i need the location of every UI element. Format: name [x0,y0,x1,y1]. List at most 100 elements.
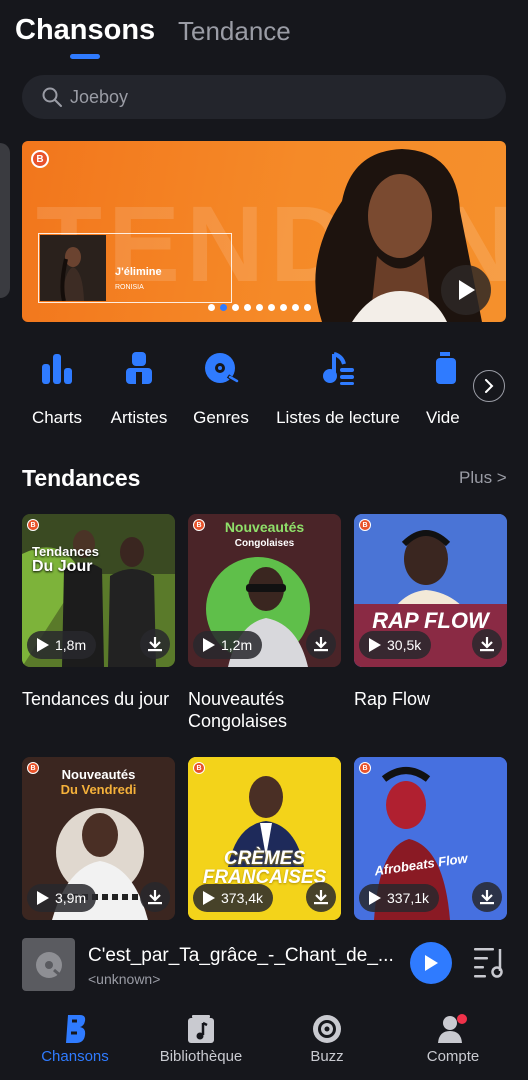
categories-next-button[interactable] [473,370,505,402]
charts-icon [42,354,72,384]
playlist-card[interactable]: B CRÈMES FRANCAISES 373,4k [188,757,341,920]
play-icon [203,638,215,652]
playlist-card[interactable]: B Tendances Du Jour 1,8m [22,514,175,667]
carousel-dots [208,304,311,311]
play-count: 1,2m [221,637,253,653]
category-artists[interactable]: Artistes [102,350,176,427]
search-bar[interactable] [22,75,506,119]
play-icon [37,638,49,652]
videos-icon [436,352,456,384]
category-charts[interactable]: Charts [20,350,94,427]
banner-song-thumbnail [40,235,106,301]
boomplay-badge-icon: B [27,519,39,531]
playlist-title[interactable]: Nouveautés Congolaises [188,688,348,732]
nav-label: Chansons [41,1048,109,1065]
nav-buzz[interactable]: Buzz [262,1005,392,1065]
download-button[interactable] [472,629,502,659]
bottom-navigation: Chansons Bibliothèque Buzz Compte [0,1005,528,1080]
tab-songs[interactable]: Chansons [15,14,155,47]
playlist-title[interactable]: Tendances du jour [22,688,182,710]
carousel-dot[interactable] [244,304,251,311]
mini-player-play-button[interactable] [410,942,452,984]
category-label: Listes de lecture [276,408,400,427]
now-playing-artist: <unknown> [88,971,161,987]
download-icon [314,890,328,905]
cover-text-line: Tendances [32,544,99,559]
cover-text-line: Congolaises [234,538,295,549]
nav-songs[interactable]: Chansons [10,1005,140,1065]
carousel-dot[interactable] [268,304,275,311]
category-label: Artistes [110,408,168,427]
download-icon [148,637,162,652]
nav-label: Compte [426,1048,480,1065]
cover-text-line: Du Vendredi [60,782,137,797]
boomplay-badge-icon: B [31,150,49,168]
playlist-title[interactable]: Rap Flow [354,688,514,710]
download-icon [148,890,162,905]
download-button[interactable] [140,882,170,912]
download-button[interactable] [140,629,170,659]
download-button[interactable] [472,882,502,912]
tab-trending[interactable]: Tendance [178,16,291,47]
cover-text: Nouveautés Du Vendredi [22,767,175,797]
nav-library[interactable]: Bibliothèque [136,1005,266,1065]
banner-song-artist: RONISIA [115,284,144,291]
play-count-pill[interactable]: 337,1k [359,884,440,912]
search-icon [42,87,62,107]
previous-banner-peek[interactable] [0,143,10,298]
category-playlists[interactable]: Listes de lecture [270,350,406,427]
play-icon [425,955,438,971]
playlist-card[interactable]: B RAP FLOW 30,5k [354,514,507,667]
queue-icon[interactable] [472,945,508,979]
download-button[interactable] [306,882,336,912]
carousel-dot[interactable] [256,304,263,311]
play-count-pill[interactable]: 1,8m [27,631,97,659]
carousel-dot[interactable] [232,304,239,311]
play-count: 337,1k [387,890,430,906]
play-icon [369,638,381,652]
play-icon [37,891,49,905]
category-videos[interactable]: Vide [426,350,466,440]
library-icon [188,1015,214,1043]
banner-play-button[interactable] [441,265,491,315]
play-count-pill[interactable]: 30,5k [359,631,432,659]
download-icon [314,637,328,652]
category-label: Charts [31,408,83,427]
banner-song-card[interactable]: J'élimine RONISIA [38,233,232,303]
boomplay-badge-icon: B [359,762,371,774]
now-playing-title[interactable]: C'est_par_Ta_grâce_-_Chant_de_... [88,945,400,967]
download-button[interactable] [306,629,336,659]
songs-icon [66,1015,86,1043]
carousel-dot[interactable] [220,304,227,311]
play-count: 1,8m [55,637,87,653]
play-count-pill[interactable]: 1,2m [193,631,263,659]
play-icon [203,891,215,905]
carousel-dot[interactable] [304,304,311,311]
playlist-card[interactable]: B Nouveautés Du Vendredi 3,9m [22,757,175,920]
now-playing-artwork[interactable] [22,938,75,991]
category-label: Genres [193,408,249,427]
playlist-card[interactable]: B Afrobeats Flow 337,1k [354,757,507,920]
genres-icon [205,353,239,384]
play-count: 30,5k [387,637,422,653]
cover-text-line: CRÈMES [223,848,306,869]
featured-banner[interactable]: TENDANCE B J'élimine RONISIA [22,141,506,322]
boomplay-badge-icon: B [193,762,205,774]
account-icon [438,1014,467,1043]
tab-indicator [70,54,100,59]
carousel-dot[interactable] [208,304,215,311]
play-count-pill[interactable]: 3,9m [27,884,97,912]
section-more-link[interactable]: Plus > [459,468,507,488]
search-input[interactable] [70,86,490,108]
carousel-dot[interactable] [292,304,299,311]
download-icon [480,890,494,905]
cover-text-line: RAP FLOW [372,608,489,633]
carousel-dot[interactable] [280,304,287,311]
boomplay-badge-icon: B [359,519,371,531]
category-genres[interactable]: Genres [186,350,256,427]
playlist-card[interactable]: B Nouveautés Congolaises 1,2m [188,514,341,667]
play-count: 373,4k [221,890,264,906]
play-count-pill[interactable]: 373,4k [193,884,274,912]
nav-account[interactable]: Compte [388,1005,518,1065]
banner-song-title: J'élimine [115,266,162,278]
